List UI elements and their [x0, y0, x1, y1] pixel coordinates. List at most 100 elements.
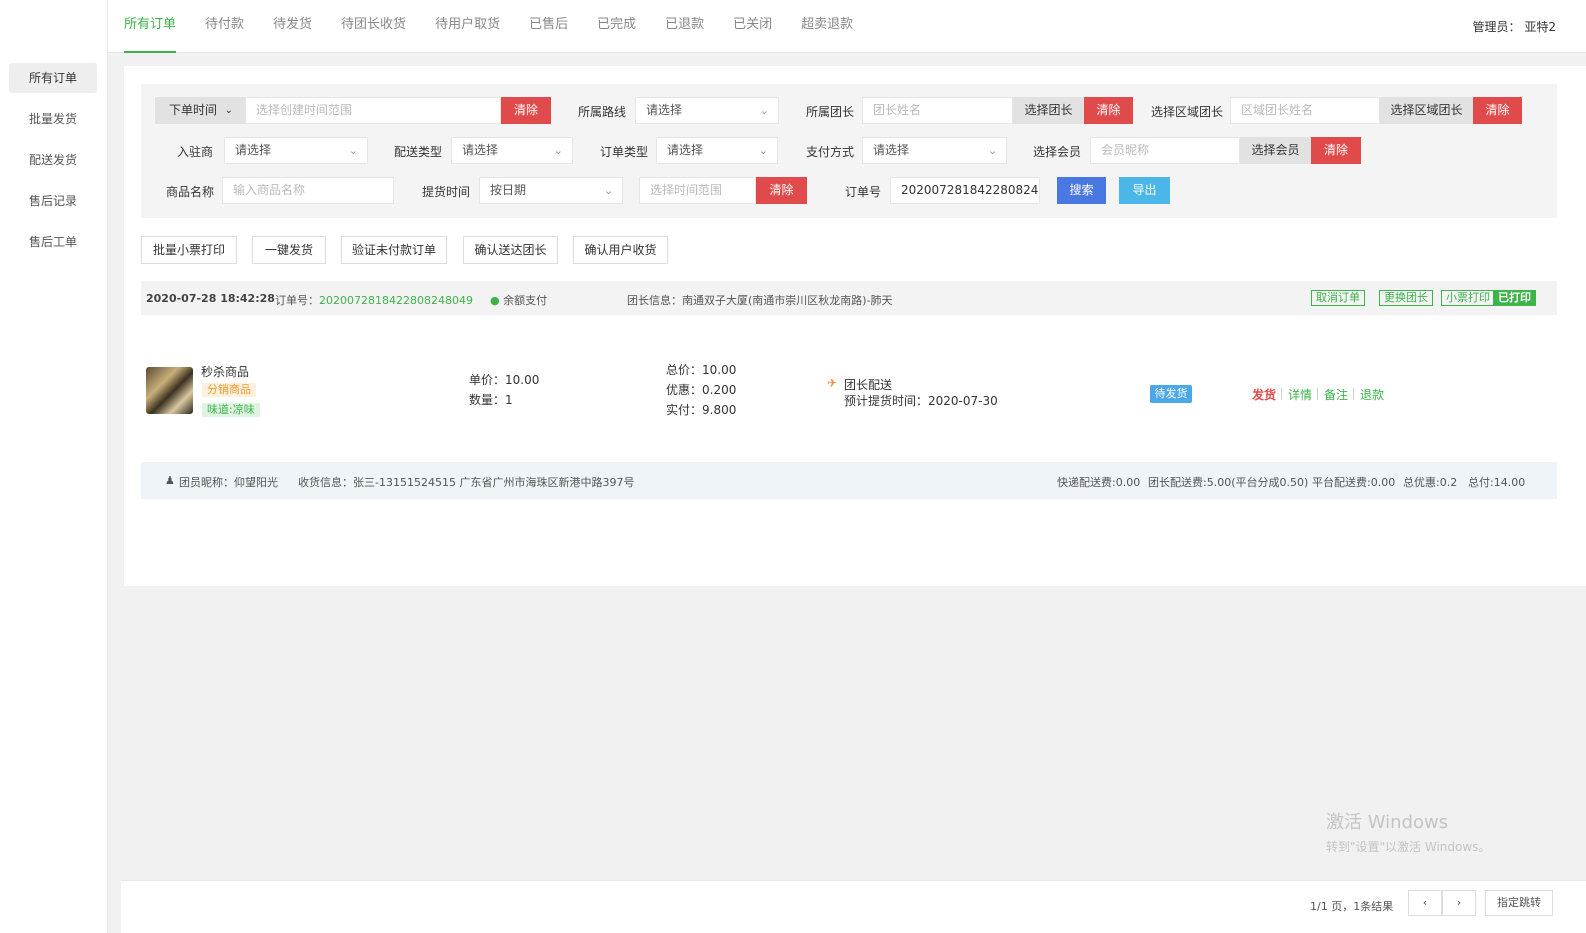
tab-after-sale[interactable]: 已售后	[529, 0, 568, 53]
divider	[1281, 388, 1282, 400]
tab-pending-payment[interactable]: 待付款	[205, 0, 244, 53]
total-paid: 总付:14.00	[1468, 476, 1526, 489]
delivery-type-select-value: 请选择	[462, 143, 499, 157]
platform-fee: 平台配送费:0.00	[1312, 476, 1396, 489]
refund-link[interactable]: 退款	[1360, 386, 1384, 403]
sidebar-item-aftersale-records[interactable]: 售后记录	[9, 186, 97, 216]
receiver-info: 收货信息：张三-13151524515 广东省广州市海珠区新港中路397号	[298, 476, 635, 489]
pickup-range-input[interactable]: 选择时间范围	[639, 177, 756, 204]
change-leader-button[interactable]: 更换团长	[1379, 290, 1433, 306]
delivery-type: 团长配送	[844, 378, 893, 392]
tab-completed[interactable]: 已完成	[597, 0, 636, 53]
unit-price: 单价：10.00	[469, 373, 540, 387]
supplier-label: 入驻商	[177, 145, 214, 159]
tab-closed[interactable]: 已关闭	[733, 0, 772, 53]
chevron-down-icon: ⌄	[987, 144, 997, 157]
cancel-order-button[interactable]: 取消订单	[1311, 290, 1365, 306]
leader-label: 所属团长	[806, 105, 855, 119]
tab-pending-user-pickup[interactable]: 待用户取货	[435, 0, 500, 53]
time-type-label: 下单时间	[169, 103, 218, 117]
supplier-select-value: 请选择	[235, 143, 272, 157]
leader-info: 团长信息：南通双子大厦(南通市崇川区秋龙南路)-肺天	[627, 294, 893, 307]
member-nickname: 团员昵称：仰望阳光	[179, 476, 278, 489]
pay-method-select[interactable]: 请选择 ⌄	[862, 137, 1007, 164]
clear-time-button[interactable]: 清除	[501, 97, 551, 124]
supplier-select[interactable]: 请选择 ⌄	[224, 137, 368, 164]
pickup-date-select[interactable]: 按日期 ⌄	[479, 177, 623, 204]
user-icon: ♟	[165, 474, 175, 487]
batch-receipt-print-button[interactable]: 批量小票打印	[141, 236, 237, 264]
sidebar-item-batch-ship[interactable]: 批量发货	[9, 104, 97, 134]
tab-all-orders[interactable]: 所有订单	[124, 0, 177, 53]
route-select-value: 请选择	[646, 103, 683, 117]
print-receipt-button[interactable]: 小票打印	[1441, 290, 1495, 306]
choose-member-button[interactable]: 选择会员	[1240, 137, 1311, 164]
order-no-value[interactable]: 2020072818422808248049	[319, 294, 473, 307]
choose-leader-button[interactable]: 选择团长	[1013, 97, 1084, 124]
pickup-time-label: 提货时间	[422, 185, 471, 199]
product-image[interactable]	[146, 367, 193, 414]
quantity: 数量：1	[469, 393, 513, 407]
order-item: 秒杀商品 分销商品 味道:凉味 单价：10.00 数量：1 总价：10.00 优…	[141, 346, 1557, 426]
total-price: 总价：10.00	[666, 363, 737, 377]
choose-region-leader-button[interactable]: 选择区域团长	[1380, 97, 1473, 124]
verify-unpaid-button[interactable]: 验证未付款订单	[341, 236, 447, 264]
route-select[interactable]: 请选择 ⌄	[635, 97, 779, 124]
admin-user[interactable]: 管理员： 亚特2	[1473, 18, 1556, 35]
next-page-button[interactable]: ›	[1442, 890, 1476, 916]
order-no-label: 订单号：	[275, 294, 319, 307]
search-button[interactable]: 搜索	[1057, 177, 1106, 204]
watermark-line1: 激活 Windows	[1326, 812, 1449, 833]
pickup-time: 预计提货时间：2020-07-30	[844, 394, 998, 408]
pickup-date-select-value: 按日期	[490, 183, 527, 197]
product-name: 秒杀商品	[201, 365, 250, 379]
time-range-input[interactable]: 选择创建时间范围	[245, 97, 501, 124]
confirm-delivered-leader-button[interactable]: 确认送达团长	[463, 236, 558, 264]
flavor-tag: 味道:凉味	[202, 403, 260, 417]
pay-method-value: 余额支付	[503, 294, 548, 307]
clear-member-button[interactable]: 清除	[1311, 137, 1361, 164]
order-footer: ♟ 团员昵称：仰望阳光 收货信息：张三-13151524515 广东省广州市海珠…	[141, 462, 1557, 499]
top-nav: 所有订单 待付款 待发货 待团长收货 待用户取货 已售后 已完成 已退款 已关闭…	[108, 0, 1586, 53]
filter-area: 下单时间 ⌄ 选择创建时间范围 清除 所属路线 请选择 ⌄ 所属团长 团长姓名 …	[141, 84, 1557, 218]
export-button[interactable]: 导出	[1119, 177, 1170, 204]
leader-input[interactable]: 团长姓名	[862, 97, 1013, 124]
clear-leader-button[interactable]: 清除	[1084, 97, 1133, 124]
tab-oversold-refund[interactable]: 超卖退款	[801, 0, 853, 53]
tab-refunded[interactable]: 已退款	[665, 0, 704, 53]
windows-activation-watermark: 激活 Windows 转到"设置"以激活 Windows。	[1326, 808, 1490, 855]
order-no-input[interactable]: 202007281842280824	[890, 177, 1040, 204]
total-discount: 总优惠:0.2	[1403, 476, 1458, 489]
member-label: 选择会员	[1033, 145, 1082, 159]
region-leader-input[interactable]: 区域团长姓名	[1230, 97, 1380, 124]
confirm-user-received-button[interactable]: 确认用户收货	[573, 236, 668, 264]
discount: 优惠：0.200	[666, 383, 737, 397]
pay-method: ● 余额支付	[490, 292, 547, 308]
tab-pending-leader-receipt[interactable]: 待团长收货	[341, 0, 406, 53]
ship-link[interactable]: 发货	[1252, 386, 1276, 403]
goods-name-input[interactable]: 输入商品名称	[222, 177, 394, 204]
time-type-dropdown[interactable]: 下单时间 ⌄	[155, 97, 245, 124]
pay-method-select-value: 请选择	[873, 143, 910, 157]
remark-link[interactable]: 备注	[1324, 386, 1348, 403]
sidebar-item-aftersale-tickets[interactable]: 售后工单	[9, 227, 97, 257]
prev-page-button[interactable]: ‹	[1408, 890, 1442, 916]
order-tabs: 所有订单 待付款 待发货 待团长收货 待用户取货 已售后 已完成 已退款 已关闭…	[124, 0, 882, 53]
pay-method-label: 支付方式	[806, 145, 855, 159]
tab-pending-shipment[interactable]: 待发货	[273, 0, 312, 53]
delivery-type-select[interactable]: 请选择 ⌄	[451, 137, 573, 164]
one-click-ship-button[interactable]: 一键发货	[252, 236, 326, 264]
order-type-select[interactable]: 请选择 ⌄	[656, 137, 778, 164]
sidebar-item-all-orders[interactable]: 所有订单	[9, 63, 97, 93]
member-input[interactable]: 会员昵称	[1090, 137, 1240, 164]
status-badge: 待发货	[1150, 385, 1192, 403]
sidebar-item-delivery-ship[interactable]: 配送发货	[9, 145, 97, 175]
clear-pickup-button[interactable]: 清除	[756, 177, 807, 204]
detail-link[interactable]: 详情	[1288, 386, 1312, 403]
jump-page-button[interactable]: 指定跳转	[1485, 890, 1553, 916]
chevron-down-icon: ⌄	[603, 184, 613, 197]
distribution-tag: 分销商品	[202, 383, 256, 397]
order-no: 订单号：2020072818422808248049	[275, 292, 473, 308]
clear-region-button[interactable]: 清除	[1473, 97, 1522, 124]
paid-amount: 实付：9.800	[666, 403, 737, 417]
